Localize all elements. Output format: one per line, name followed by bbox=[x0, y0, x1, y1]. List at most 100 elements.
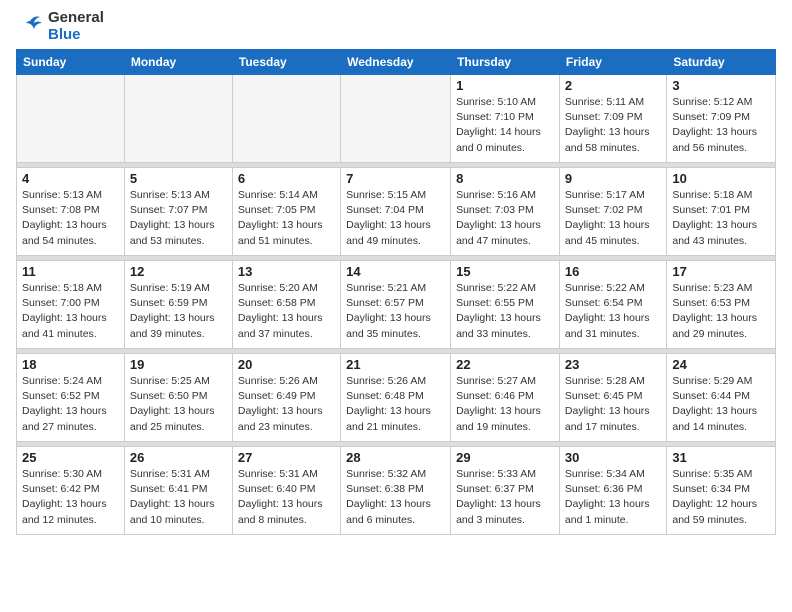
week-row-4: 25 Sunrise: 5:30 AMSunset: 6:42 PMDayligh… bbox=[17, 447, 776, 535]
calendar-cell bbox=[341, 75, 451, 163]
day-number: 14 bbox=[346, 264, 445, 279]
calendar-cell: 4 Sunrise: 5:13 AMSunset: 7:08 PMDaylight… bbox=[17, 168, 125, 256]
day-number: 4 bbox=[22, 171, 119, 186]
calendar-cell: 13 Sunrise: 5:20 AMSunset: 6:58 PMDayligh… bbox=[232, 261, 340, 349]
calendar-cell: 15 Sunrise: 5:22 AMSunset: 6:55 PMDayligh… bbox=[451, 261, 560, 349]
calendar-cell: 16 Sunrise: 5:22 AMSunset: 6:54 PMDayligh… bbox=[559, 261, 666, 349]
calendar-cell: 1 Sunrise: 5:10 AMSunset: 7:10 PMDaylight… bbox=[451, 75, 560, 163]
day-number: 18 bbox=[22, 357, 119, 372]
calendar-cell: 30 Sunrise: 5:34 AMSunset: 6:36 PMDayligh… bbox=[559, 447, 666, 535]
day-info: Sunrise: 5:13 AMSunset: 7:08 PMDaylight:… bbox=[22, 188, 119, 249]
header: General Blue bbox=[16, 10, 776, 43]
week-row-3: 18 Sunrise: 5:24 AMSunset: 6:52 PMDayligh… bbox=[17, 354, 776, 442]
day-number: 10 bbox=[672, 171, 770, 186]
calendar-cell: 10 Sunrise: 5:18 AMSunset: 7:01 PMDayligh… bbox=[667, 168, 776, 256]
day-info: Sunrise: 5:30 AMSunset: 6:42 PMDaylight:… bbox=[22, 467, 119, 528]
day-info: Sunrise: 5:18 AMSunset: 7:01 PMDaylight:… bbox=[672, 188, 770, 249]
logo: General Blue bbox=[16, 10, 104, 43]
calendar-cell bbox=[17, 75, 125, 163]
day-info: Sunrise: 5:22 AMSunset: 6:55 PMDaylight:… bbox=[456, 281, 554, 342]
day-info: Sunrise: 5:20 AMSunset: 6:58 PMDaylight:… bbox=[238, 281, 335, 342]
weekday-header-tuesday: Tuesday bbox=[232, 50, 340, 75]
day-info: Sunrise: 5:21 AMSunset: 6:57 PMDaylight:… bbox=[346, 281, 445, 342]
day-number: 9 bbox=[565, 171, 661, 186]
week-row-2: 11 Sunrise: 5:18 AMSunset: 7:00 PMDayligh… bbox=[17, 261, 776, 349]
calendar-cell: 9Sunrise: 5:17 AMSunset: 7:02 PMDaylight… bbox=[559, 168, 666, 256]
weekday-header-sunday: Sunday bbox=[17, 50, 125, 75]
calendar-cell: 31 Sunrise: 5:35 AMSunset: 6:34 PMDayligh… bbox=[667, 447, 776, 535]
day-number: 8 bbox=[456, 171, 554, 186]
weekday-header-wednesday: Wednesday bbox=[341, 50, 451, 75]
calendar-cell: 22 Sunrise: 5:27 AMSunset: 6:46 PMDayligh… bbox=[451, 354, 560, 442]
day-info: Sunrise: 5:14 AMSunset: 7:05 PMDaylight:… bbox=[238, 188, 335, 249]
day-number: 11 bbox=[22, 264, 119, 279]
day-number: 31 bbox=[672, 450, 770, 465]
calendar-cell bbox=[232, 75, 340, 163]
day-info: Sunrise: 5:31 AMSunset: 6:41 PMDaylight:… bbox=[130, 467, 227, 528]
day-info: Sunrise: 5:25 AMSunset: 6:50 PMDaylight:… bbox=[130, 374, 227, 435]
day-number: 22 bbox=[456, 357, 554, 372]
calendar-cell: 17 Sunrise: 5:23 AMSunset: 6:53 PMDayligh… bbox=[667, 261, 776, 349]
calendar-cell: 14 Sunrise: 5:21 AMSunset: 6:57 PMDayligh… bbox=[341, 261, 451, 349]
day-number: 2 bbox=[565, 78, 661, 93]
day-info: Sunrise: 5:23 AMSunset: 6:53 PMDaylight:… bbox=[672, 281, 770, 342]
logo-general: General bbox=[48, 10, 104, 27]
day-number: 16 bbox=[565, 264, 661, 279]
day-info: Sunrise: 5:28 AMSunset: 6:45 PMDaylight:… bbox=[565, 374, 661, 435]
day-info: Sunrise: 5:27 AMSunset: 6:46 PMDaylight:… bbox=[456, 374, 554, 435]
day-info: Sunrise: 5:35 AMSunset: 6:34 PMDaylight:… bbox=[672, 467, 770, 528]
weekday-header-saturday: Saturday bbox=[667, 50, 776, 75]
weekday-header-monday: Monday bbox=[124, 50, 232, 75]
calendar-cell: 12 Sunrise: 5:19 AMSunset: 6:59 PMDayligh… bbox=[124, 261, 232, 349]
weekday-header-friday: Friday bbox=[559, 50, 666, 75]
day-number: 13 bbox=[238, 264, 335, 279]
day-number: 29 bbox=[456, 450, 554, 465]
calendar-cell: 20Sunrise: 5:26 AMSunset: 6:49 PMDayligh… bbox=[232, 354, 340, 442]
day-info: Sunrise: 5:29 AMSunset: 6:44 PMDaylight:… bbox=[672, 374, 770, 435]
day-info: Sunrise: 5:10 AMSunset: 7:10 PMDaylight:… bbox=[456, 95, 554, 156]
day-info: Sunrise: 5:26 AMSunset: 6:48 PMDaylight:… bbox=[346, 374, 445, 435]
day-info: Sunrise: 5:24 AMSunset: 6:52 PMDaylight:… bbox=[22, 374, 119, 435]
logo-bird-icon bbox=[16, 13, 44, 41]
day-info: Sunrise: 5:13 AMSunset: 7:07 PMDaylight:… bbox=[130, 188, 227, 249]
day-number: 1 bbox=[456, 78, 554, 93]
day-number: 30 bbox=[565, 450, 661, 465]
day-number: 28 bbox=[346, 450, 445, 465]
day-info: Sunrise: 5:19 AMSunset: 6:59 PMDaylight:… bbox=[130, 281, 227, 342]
calendar-cell: 5 Sunrise: 5:13 AMSunset: 7:07 PMDaylight… bbox=[124, 168, 232, 256]
calendar-page: General Blue SundayMondayTuesdayWednesda… bbox=[0, 0, 792, 545]
logo-blue: Blue bbox=[48, 27, 104, 44]
day-info: Sunrise: 5:26 AMSunset: 6:49 PMDaylight:… bbox=[238, 374, 335, 435]
logo-container: General Blue bbox=[16, 10, 104, 43]
day-number: 25 bbox=[22, 450, 119, 465]
day-info: Sunrise: 5:11 AMSunset: 7:09 PMDaylight:… bbox=[565, 95, 661, 156]
day-info: Sunrise: 5:22 AMSunset: 6:54 PMDaylight:… bbox=[565, 281, 661, 342]
day-number: 12 bbox=[130, 264, 227, 279]
calendar-cell: 19 Sunrise: 5:25 AMSunset: 6:50 PMDayligh… bbox=[124, 354, 232, 442]
day-number: 5 bbox=[130, 171, 227, 186]
calendar-cell: 8 Sunrise: 5:16 AMSunset: 7:03 PMDaylight… bbox=[451, 168, 560, 256]
day-number: 19 bbox=[130, 357, 227, 372]
day-info: Sunrise: 5:18 AMSunset: 7:00 PMDaylight:… bbox=[22, 281, 119, 342]
day-number: 15 bbox=[456, 264, 554, 279]
calendar-cell: 3 Sunrise: 5:12 AMSunset: 7:09 PMDaylight… bbox=[667, 75, 776, 163]
day-number: 23 bbox=[565, 357, 661, 372]
week-row-0: 1 Sunrise: 5:10 AMSunset: 7:10 PMDaylight… bbox=[17, 75, 776, 163]
day-number: 6 bbox=[238, 171, 335, 186]
calendar-cell: 2 Sunrise: 5:11 AMSunset: 7:09 PMDaylight… bbox=[559, 75, 666, 163]
day-number: 26 bbox=[130, 450, 227, 465]
day-info: Sunrise: 5:34 AMSunset: 6:36 PMDaylight:… bbox=[565, 467, 661, 528]
calendar-cell: 25 Sunrise: 5:30 AMSunset: 6:42 PMDayligh… bbox=[17, 447, 125, 535]
day-number: 7 bbox=[346, 171, 445, 186]
day-info: Sunrise: 5:16 AMSunset: 7:03 PMDaylight:… bbox=[456, 188, 554, 249]
calendar-cell: 6 Sunrise: 5:14 AMSunset: 7:05 PMDaylight… bbox=[232, 168, 340, 256]
day-info: Sunrise: 5:15 AMSunset: 7:04 PMDaylight:… bbox=[346, 188, 445, 249]
calendar-cell: 24 Sunrise: 5:29 AMSunset: 6:44 PMDayligh… bbox=[667, 354, 776, 442]
day-number: 3 bbox=[672, 78, 770, 93]
day-number: 17 bbox=[672, 264, 770, 279]
day-number: 27 bbox=[238, 450, 335, 465]
day-number: 24 bbox=[672, 357, 770, 372]
day-info: Sunrise: 5:12 AMSunset: 7:09 PMDaylight:… bbox=[672, 95, 770, 156]
calendar-cell: 27Sunrise: 5:31 AMSunset: 6:40 PMDayligh… bbox=[232, 447, 340, 535]
weekday-header-thursday: Thursday bbox=[451, 50, 560, 75]
